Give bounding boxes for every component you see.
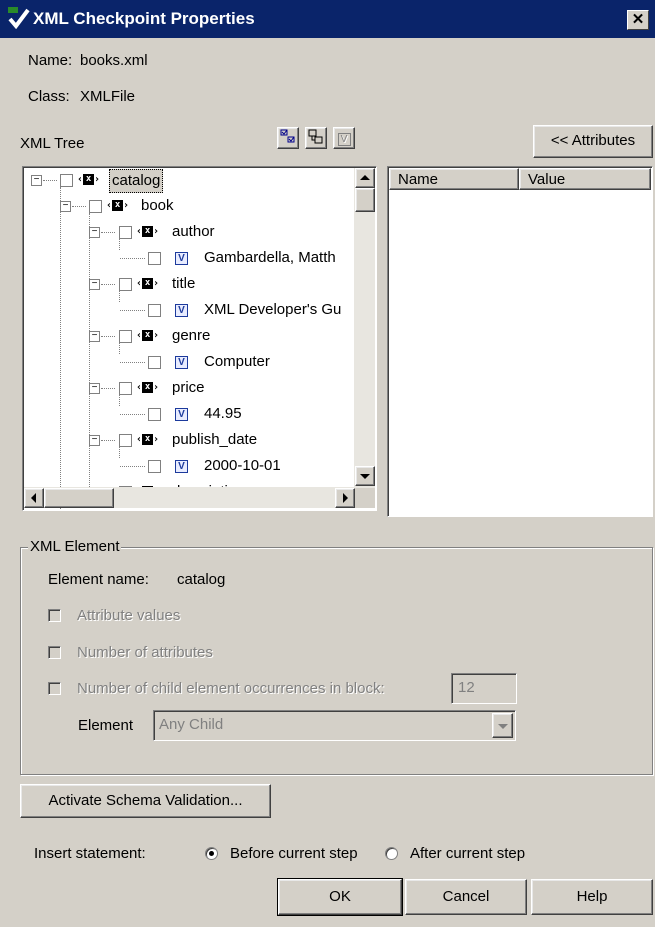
scroll-thumb[interactable] — [355, 188, 375, 212]
attributes-list[interactable]: Name Value — [387, 166, 653, 517]
xml-checkmark-icon — [8, 7, 30, 30]
check-all-icon[interactable] — [277, 127, 299, 149]
xml-element-group-title: XML Element — [28, 538, 122, 555]
xml-element-icon: ‹x› — [136, 329, 160, 341]
column-header-name[interactable]: Name — [389, 168, 519, 190]
before-step-radio[interactable] — [205, 847, 218, 860]
collapse-icon[interactable]: − — [89, 279, 100, 290]
ok-button[interactable]: OK — [277, 878, 403, 916]
window-title: XML Checkpoint Properties — [33, 9, 255, 28]
before-step-label: Before current step — [230, 845, 358, 862]
collapse-icon[interactable]: − — [89, 435, 100, 446]
node-checkbox[interactable] — [89, 200, 102, 213]
xml-element-icon: ‹x› — [106, 199, 130, 211]
activate-schema-validation-button[interactable]: Activate Schema Validation... — [20, 784, 271, 818]
collapse-icon[interactable]: − — [89, 331, 100, 342]
element-name-value: catalog — [177, 571, 226, 588]
number-of-attributes-label: Number of attributes — [77, 644, 213, 661]
insert-statement-label: Insert statement: — [34, 845, 146, 862]
attributes-toggle-button[interactable]: << Attributes — [533, 125, 653, 158]
node-checkbox[interactable] — [60, 174, 73, 187]
chevron-down-icon[interactable] — [492, 713, 513, 738]
class-value: XMLFile — [80, 88, 136, 105]
node-checkbox[interactable] — [148, 252, 161, 265]
xml-element-icon: ‹x› — [136, 277, 160, 289]
attribute-values-label: Attribute values — [77, 607, 181, 624]
scroll-right-icon[interactable] — [335, 488, 355, 508]
xml-tree-label: XML Tree — [20, 135, 85, 152]
column-header-value[interactable]: Value — [519, 168, 651, 190]
xml-element-icon: ‹x› — [77, 173, 101, 185]
close-button[interactable]: ✕ — [627, 10, 649, 30]
node-checkbox[interactable] — [119, 434, 132, 447]
xml-element-icon: ‹x› — [136, 381, 160, 393]
collapse-icon[interactable]: − — [89, 383, 100, 394]
xml-value-icon: V — [175, 408, 188, 421]
after-step-label: After current step — [410, 845, 526, 862]
element-name-label: Element name: — [48, 571, 149, 588]
xml-value-icon: V — [175, 252, 188, 265]
collapse-icon[interactable]: − — [60, 201, 71, 212]
number-of-attributes-checkbox[interactable] — [48, 646, 61, 659]
node-checkbox[interactable] — [119, 278, 132, 291]
element-select[interactable]: Any Child — [153, 710, 516, 741]
node-checkbox[interactable] — [119, 330, 132, 343]
help-button[interactable]: Help — [531, 879, 653, 915]
cancel-button[interactable]: Cancel — [405, 879, 527, 915]
after-step-radio[interactable] — [385, 847, 398, 860]
child-occurrences-checkbox[interactable] — [48, 682, 61, 695]
node-checkbox[interactable] — [148, 460, 161, 473]
element-label: Element — [78, 717, 134, 734]
node-checkbox[interactable] — [148, 304, 161, 317]
tree-vertical-scrollbar[interactable] — [354, 168, 375, 488]
node-checkbox[interactable] — [119, 382, 132, 395]
value-icon: V — [333, 127, 355, 149]
collapse-icon[interactable]: − — [31, 175, 42, 186]
collapse-icon[interactable]: − — [89, 227, 100, 238]
scroll-left-icon[interactable] — [24, 488, 44, 508]
attribute-values-checkbox[interactable] — [48, 609, 61, 622]
scroll-down-icon[interactable] — [355, 466, 375, 486]
class-label: Class: — [28, 88, 70, 105]
tree-horizontal-scrollbar[interactable] — [24, 487, 355, 508]
title-bar: XML Checkpoint Properties ✕ — [0, 0, 655, 38]
node-checkbox[interactable] — [119, 226, 132, 239]
name-label: Name: — [28, 52, 73, 69]
xml-value-icon: V — [175, 356, 188, 369]
collapse-tree-icon[interactable] — [305, 127, 327, 149]
node-checkbox[interactable] — [148, 356, 161, 369]
child-occurrences-label: Number of child element occurrences in b… — [77, 680, 385, 697]
scroll-up-icon[interactable] — [355, 168, 375, 188]
xml-element-icon: ‹x› — [136, 225, 160, 237]
xml-value-icon: V — [175, 304, 188, 317]
scroll-thumb[interactable] — [44, 488, 114, 508]
xml-value-icon: V — [175, 460, 188, 473]
xml-tree[interactable]: − ‹ x › catalog − ‹ x › book − ‹ x › author V … — [22, 166, 377, 511]
xml-element-icon: ‹x› — [136, 433, 160, 445]
node-checkbox[interactable] — [148, 408, 161, 421]
child-occurrences-input[interactable]: 12 — [451, 673, 517, 704]
name-value: books.xml — [80, 52, 148, 69]
